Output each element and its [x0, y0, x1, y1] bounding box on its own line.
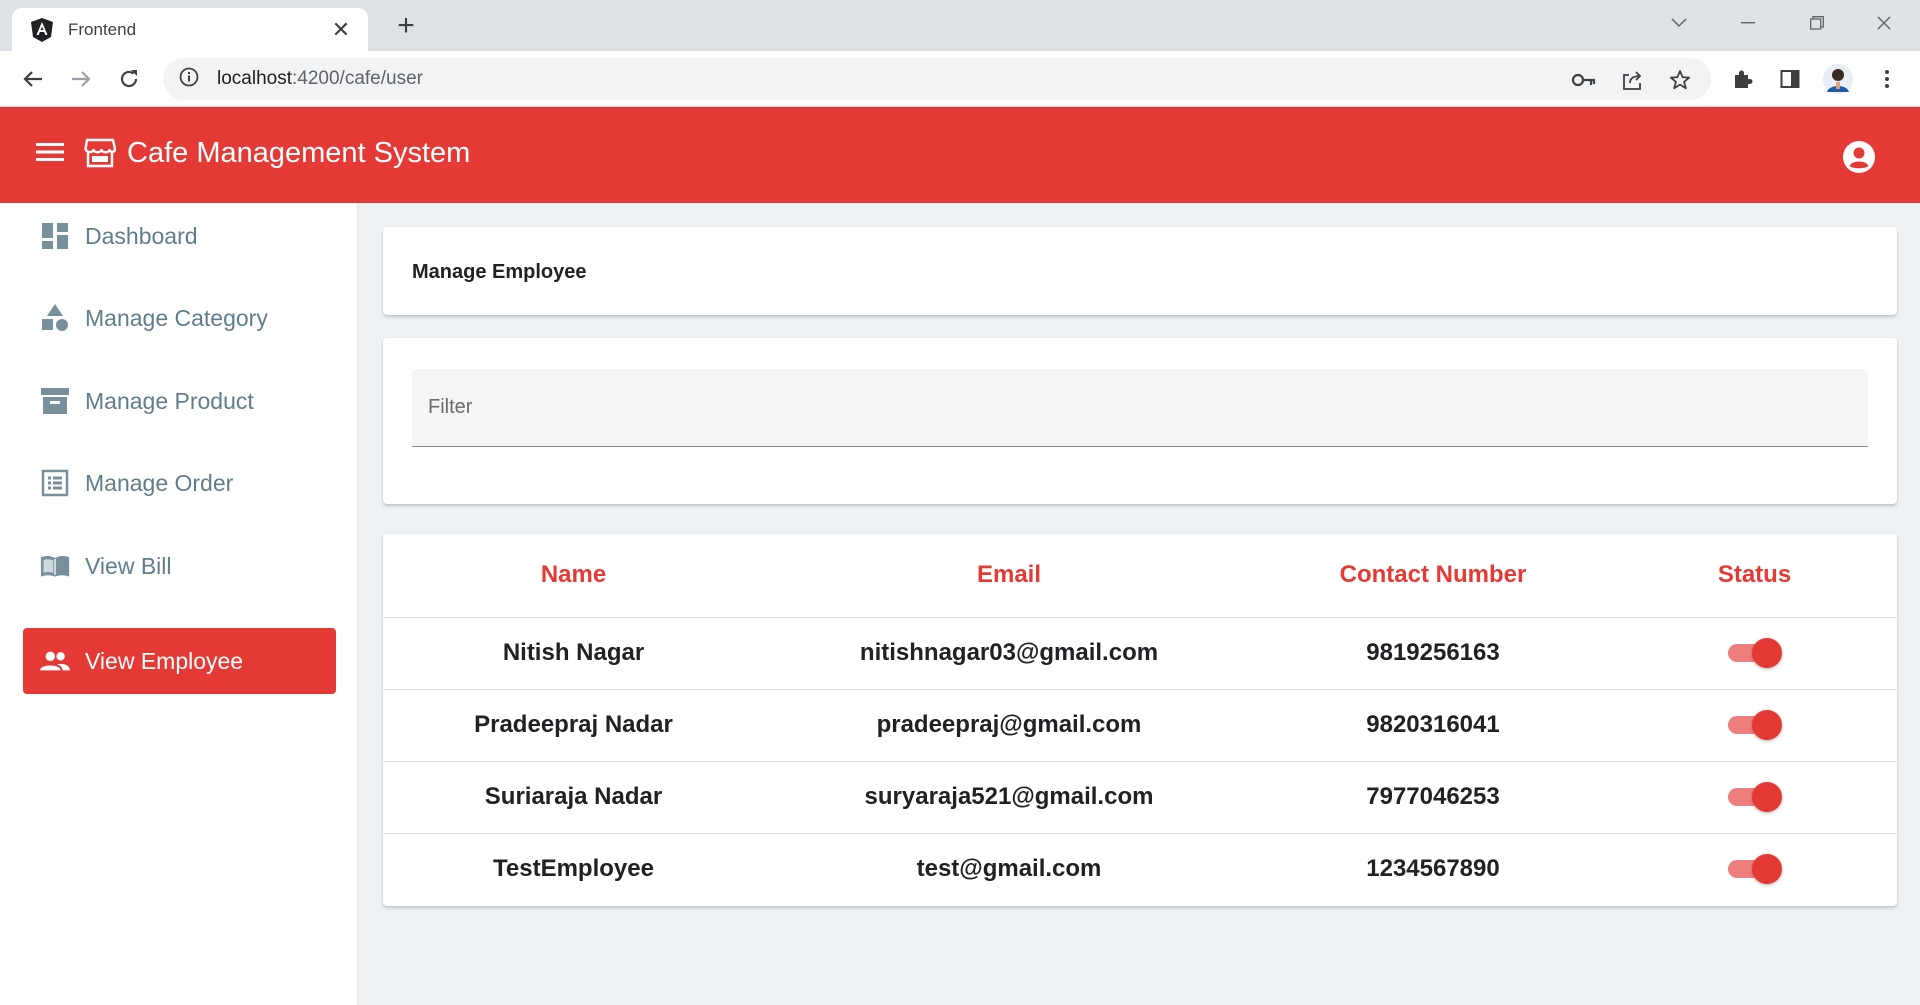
inventory-icon	[40, 386, 70, 416]
toggle-thumb	[1751, 710, 1782, 740]
cell-status	[1612, 833, 1897, 905]
tab-search-icon[interactable]	[1662, 8, 1696, 38]
toggle-thumb	[1751, 638, 1782, 668]
close-tab-icon[interactable]: ✕	[328, 17, 354, 43]
minimize-icon[interactable]	[1731, 8, 1765, 38]
menu-icon[interactable]	[36, 141, 68, 169]
cell-status	[1612, 689, 1897, 762]
cell-status	[1612, 761, 1897, 834]
cell-name: TestEmployee	[493, 855, 654, 883]
table-row: Suriaraja Nadar suryaraja521@gmail.com 7…	[383, 761, 1897, 834]
sidebar-item-label: Manage Order	[85, 469, 234, 496]
toggle-thumb	[1751, 782, 1782, 812]
page-title: Manage Employee	[412, 261, 587, 283]
app-header: Cafe Management System	[0, 107, 1920, 203]
cell-contact: 7977046253	[1254, 761, 1612, 834]
url-path: :4200/cafe/user	[292, 68, 423, 89]
extensions-icon[interactable]	[1726, 62, 1760, 96]
sidebar-item-label: Manage Category	[85, 304, 268, 331]
bookmark-star-icon[interactable]	[1665, 65, 1695, 95]
cell-name: Pradeepraj Nadar	[383, 689, 764, 762]
filter-input[interactable]	[412, 369, 1868, 446]
book-icon	[40, 551, 70, 581]
status-toggle[interactable]	[1727, 780, 1782, 814]
cell-contact: 9820316041	[1254, 689, 1612, 762]
cell-email: suryaraja521@gmail.com	[764, 761, 1254, 834]
back-icon[interactable]	[15, 61, 51, 97]
toggle-thumb	[1751, 854, 1782, 885]
sidebar-item-manage-order[interactable]: Manage Order	[23, 450, 336, 516]
employee-table-card: Name Email Contact Number Status Nitish …	[383, 534, 1897, 906]
share-icon[interactable]	[1617, 65, 1647, 95]
sidebar-item-view-employee[interactable]: View Employee	[23, 628, 336, 694]
column-header-name[interactable]: Name	[383, 534, 764, 618]
cell-name: Suriaraja Nadar	[383, 761, 764, 834]
status-toggle[interactable]	[1727, 636, 1782, 670]
table-row: Pradeepraj Nadar pradeepraj@gmail.com 98…	[383, 689, 1897, 762]
site-info-icon[interactable]	[179, 67, 199, 92]
sidebar-item-label: Dashboard	[85, 222, 198, 249]
angular-icon	[30, 17, 54, 42]
browser-tab[interactable]: Frontend ✕	[12, 8, 368, 51]
cell-contact: 1234567890	[1366, 855, 1500, 883]
column-header-contact[interactable]: Contact Number	[1254, 534, 1612, 618]
forward-icon[interactable]	[63, 61, 99, 97]
page-header-card: Manage Employee	[383, 227, 1897, 315]
dashboard-icon	[40, 221, 70, 251]
status-toggle[interactable]	[1727, 852, 1782, 886]
table-header-row: Name Email Contact Number Status	[383, 534, 1897, 618]
reload-icon[interactable]	[111, 61, 147, 97]
key-icon[interactable]	[1569, 65, 1599, 95]
sidebar-item-manage-category[interactable]: Manage Category	[23, 285, 336, 351]
chrome-menu-icon[interactable]	[1870, 62, 1904, 96]
account-circle-icon[interactable]	[1842, 140, 1876, 174]
column-header-status[interactable]: Status	[1612, 534, 1897, 618]
restore-icon[interactable]	[1800, 8, 1834, 38]
cell-email: nitishnagar03@gmail.com	[764, 617, 1254, 690]
category-icon	[40, 303, 70, 333]
people-icon	[40, 646, 70, 676]
sidebar-item-manage-product[interactable]: Manage Product	[23, 368, 336, 434]
cell-name: Nitish Nagar	[383, 617, 764, 690]
url-text: localhost:4200/cafe/user	[217, 68, 423, 90]
table-row: TestEmployee test@gmail.com 1234567890	[383, 833, 1897, 905]
cell-email: test@gmail.com	[916, 855, 1102, 883]
close-window-icon[interactable]	[1867, 8, 1901, 38]
cell-status	[1612, 617, 1897, 690]
url-host: localhost	[217, 68, 292, 89]
sidebar-item-label: Manage Product	[85, 387, 254, 414]
employee-table: Name Email Contact Number Status Nitish …	[383, 534, 1897, 905]
side-panel-icon[interactable]	[1773, 62, 1807, 96]
profile-avatar[interactable]	[1821, 62, 1855, 96]
list-alt-icon	[40, 468, 70, 498]
sidebar: Dashboard Manage Category Manage Product…	[0, 203, 358, 1005]
status-toggle[interactable]	[1727, 708, 1782, 742]
cell-contact: 9819256163	[1254, 617, 1612, 690]
browser-toolbar: localhost:4200/cafe/user	[0, 51, 1920, 107]
filter-card	[383, 338, 1897, 504]
cell-email: pradeepraj@gmail.com	[764, 689, 1254, 762]
sidebar-item-dashboard[interactable]: Dashboard	[23, 203, 336, 269]
browser-tab-strip: Frontend ✕ +	[0, 0, 1920, 51]
sidebar-item-view-bill[interactable]: View Bill	[23, 533, 336, 599]
column-header-email[interactable]: Email	[764, 534, 1254, 618]
filter-field[interactable]	[412, 369, 1868, 447]
table-row: Nitish Nagar nitishnagar03@gmail.com 981…	[383, 617, 1897, 690]
app-title: Cafe Management System	[127, 137, 471, 169]
sidebar-item-label: View Bill	[85, 552, 172, 579]
new-tab-button[interactable]: +	[390, 10, 422, 42]
sidebar-item-label: View Employee	[85, 647, 244, 674]
address-bar[interactable]: localhost:4200/cafe/user	[163, 58, 1711, 100]
store-icon	[84, 138, 117, 168]
tab-title: Frontend	[68, 19, 137, 39]
